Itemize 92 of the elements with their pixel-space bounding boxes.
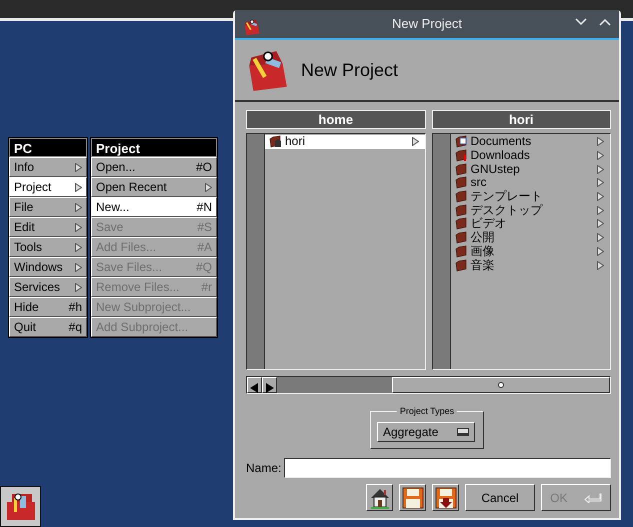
folder-icon bbox=[454, 231, 468, 244]
menu-item[interactable]: Project bbox=[9, 177, 87, 197]
browser-item[interactable]: Documents bbox=[450, 135, 610, 149]
submenu-arrow-icon bbox=[75, 202, 82, 212]
menu-item[interactable]: Info bbox=[9, 157, 87, 177]
horizontal-scrollbar[interactable] bbox=[246, 376, 611, 394]
icon-button[interactable] bbox=[399, 484, 426, 511]
shortcut-label: #h bbox=[68, 299, 82, 316]
submenu-arrow-icon bbox=[75, 222, 82, 232]
folder-icon bbox=[454, 176, 468, 190]
menu-item-label: Remove Files... bbox=[96, 279, 180, 296]
menu-item-label: Open Recent bbox=[96, 179, 167, 196]
folder-icon bbox=[454, 149, 468, 162]
return-key-icon bbox=[584, 492, 602, 502]
scroll-knob[interactable] bbox=[392, 377, 610, 393]
menu-item[interactable]: New... #N bbox=[91, 197, 217, 217]
folder-icon bbox=[454, 190, 468, 204]
browser-item[interactable]: テンプレート bbox=[450, 190, 610, 204]
maximize-icon[interactable] bbox=[599, 18, 611, 26]
popup-icon bbox=[457, 428, 469, 436]
menu-item-label: Services bbox=[14, 279, 60, 296]
scroll-right-button[interactable] bbox=[262, 377, 277, 393]
menu-item[interactable]: Open Recent bbox=[91, 177, 217, 197]
menu-item[interactable]: Services bbox=[9, 277, 87, 297]
browser-item[interactable]: hori bbox=[265, 135, 424, 149]
browser-item[interactable]: GNUstep bbox=[450, 162, 610, 176]
menu-item-label: Edit bbox=[14, 219, 35, 236]
menu-item[interactable]: File bbox=[9, 197, 87, 217]
window-title: New Project bbox=[392, 15, 462, 34]
browser-item[interactable]: 画像 bbox=[450, 244, 610, 258]
browser-item[interactable]: 公開 bbox=[450, 230, 610, 244]
browser-item[interactable]: Downloads bbox=[450, 148, 610, 162]
shortcut-label: #A bbox=[197, 239, 212, 256]
folder-icon bbox=[454, 135, 468, 148]
folder-icon bbox=[454, 258, 468, 272]
menu-item-label: Tools bbox=[14, 239, 42, 256]
name-input-field[interactable] bbox=[284, 458, 611, 478]
submenu-arrow-icon bbox=[75, 182, 82, 192]
menu-title: Project bbox=[91, 138, 217, 157]
project-type-popup[interactable]: Aggregate bbox=[377, 422, 475, 442]
column-header: home bbox=[246, 110, 426, 129]
shortcut-label: #q bbox=[68, 319, 82, 336]
dialog-heading: New Project bbox=[301, 58, 398, 82]
menu-item-label: Quit bbox=[14, 319, 36, 336]
menu-item-label: Save Files... bbox=[96, 259, 162, 276]
folder-icon bbox=[454, 204, 468, 217]
submenu-arrow-icon bbox=[205, 182, 212, 192]
browser-item[interactable]: src bbox=[450, 176, 610, 190]
menu-item[interactable]: Edit bbox=[9, 217, 87, 237]
shortcut-label: #N bbox=[196, 199, 212, 216]
icon-button[interactable] bbox=[432, 484, 459, 511]
shortcut-label: #Q bbox=[196, 259, 212, 276]
menu-item-label: New... bbox=[96, 199, 130, 216]
submenu-arrow-icon bbox=[75, 242, 82, 252]
shortcut-label: #r bbox=[201, 279, 212, 296]
submenu-arrow-icon bbox=[75, 282, 82, 292]
submenu-arrow-icon bbox=[412, 137, 418, 146]
menu-item[interactable]: Windows bbox=[9, 257, 87, 277]
menu-item[interactable]: Hide #h bbox=[9, 297, 87, 317]
browser-item[interactable]: ビデオ bbox=[450, 217, 610, 231]
app-dock-icon[interactable] bbox=[0, 486, 41, 527]
icon-button[interactable] bbox=[366, 484, 393, 511]
menu-item-label: File bbox=[14, 199, 34, 216]
menu-item[interactable]: Tools bbox=[9, 237, 87, 257]
menu-item-label: Add Subproject... bbox=[96, 319, 188, 336]
submenu-arrow-icon bbox=[75, 162, 82, 172]
menu-item-label: New Subproject... bbox=[96, 299, 191, 316]
menu-item-label: Project bbox=[14, 179, 52, 196]
browser-item[interactable]: デスクトップ bbox=[450, 203, 610, 218]
dialog-button[interactable]: Cancel bbox=[465, 484, 535, 511]
shortcut-label: #O bbox=[196, 159, 212, 176]
menu-item-label: Open... bbox=[96, 159, 136, 176]
scroll-left-button[interactable] bbox=[247, 377, 262, 393]
menu-item[interactable]: Quit #q bbox=[9, 317, 87, 337]
menu-item[interactable]: Open... #O bbox=[91, 157, 217, 177]
menu-item-label: Add Files... bbox=[96, 239, 156, 256]
folder-icon bbox=[454, 244, 468, 258]
minimize-icon[interactable] bbox=[575, 18, 587, 26]
browser-item[interactable]: 音楽 bbox=[450, 258, 610, 272]
group-label: Project Types bbox=[396, 405, 458, 418]
column-header: hori bbox=[432, 110, 611, 129]
folder-icon bbox=[454, 162, 468, 176]
menu-title: PC bbox=[9, 138, 87, 157]
menu-item-label: Info bbox=[14, 159, 34, 176]
name-label: Name: bbox=[246, 460, 282, 477]
menu-item-label: Save bbox=[96, 219, 124, 236]
menu-item-label: Hide bbox=[14, 299, 39, 316]
shortcut-label: #S bbox=[197, 219, 212, 236]
submenu-arrow-icon bbox=[75, 262, 82, 272]
house-icon bbox=[368, 486, 390, 508]
menu-item-label: Windows bbox=[14, 259, 63, 276]
folder-icon bbox=[454, 217, 468, 230]
